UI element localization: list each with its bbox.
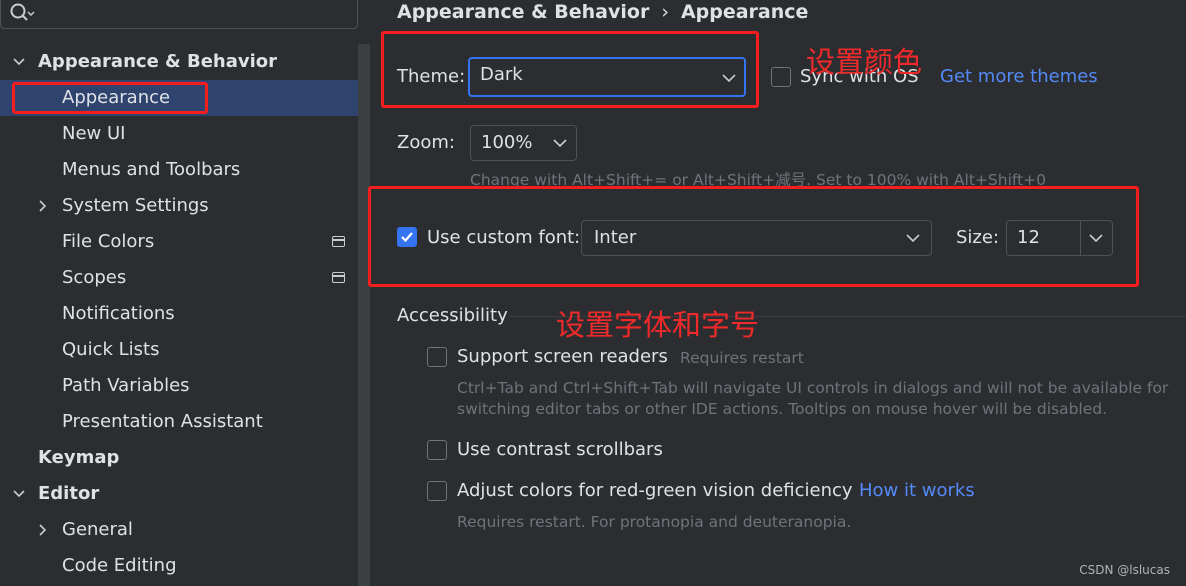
settings-search-input[interactable] [0, 0, 358, 29]
chevron-down-icon[interactable] [12, 487, 26, 501]
color-deficiency-hint: Requires restart. For protanopia and deu… [457, 513, 852, 531]
tree-item-file-colors[interactable]: File Colors [0, 224, 358, 260]
tree-item-quick-lists[interactable]: Quick Lists [0, 332, 358, 368]
settings-tree: Appearance & Behavior Appearance New UI … [0, 44, 358, 584]
contrast-scrollbars-checkbox[interactable] [427, 440, 447, 460]
requires-restart-note: Requires restart [680, 349, 804, 367]
chevron-down-icon[interactable] [12, 55, 26, 69]
tree-item-label: Appearance & Behavior [38, 51, 278, 72]
tree-item-label: Presentation Assistant [62, 411, 263, 432]
tree-item-label: Keymap [38, 447, 120, 468]
tree-item-code-editing[interactable]: Code Editing [0, 548, 358, 584]
support-screen-readers-checkbox[interactable] [427, 347, 447, 367]
tree-item-label: Quick Lists [62, 339, 160, 360]
support-screen-readers-label: Support screen readers [457, 346, 668, 367]
tree-item-path-variables[interactable]: Path Variables [0, 368, 358, 404]
get-more-themes-link[interactable]: Get more themes [940, 65, 1098, 89]
chevron-down-icon [553, 139, 567, 148]
tree-item-label: Notifications [62, 303, 175, 324]
zoom-label: Zoom: [397, 132, 455, 153]
breadcrumb: Appearance & Behavior › Appearance [397, 0, 808, 24]
zoom-dropdown[interactable]: 100% [470, 125, 577, 161]
tree-item-keymap[interactable]: Keymap [0, 440, 358, 476]
color-deficiency-label: Adjust colors for red-green vision defic… [457, 480, 853, 501]
tree-item-appearance-behavior[interactable]: Appearance & Behavior [0, 44, 358, 80]
watermark: CSDN @lslucas [1079, 563, 1170, 577]
accessibility-section-title: Accessibility [397, 305, 508, 326]
breadcrumb-current: Appearance [680, 1, 809, 23]
tree-item-scopes[interactable]: Scopes [0, 260, 358, 296]
tree-item-notifications[interactable]: Notifications [0, 296, 358, 332]
tree-item-presentation-assistant[interactable]: Presentation Assistant [0, 404, 358, 440]
sync-with-os-checkbox[interactable] [771, 67, 791, 87]
how-it-works-link[interactable]: How it works [859, 479, 975, 503]
tree-item-general[interactable]: General [0, 512, 358, 548]
search-icon [10, 3, 35, 21]
breadcrumb-parent[interactable]: Appearance & Behavior [397, 1, 649, 23]
annotation-box-theme [381, 31, 759, 108]
project-settings-icon [332, 272, 345, 283]
tree-item-editor[interactable]: Editor [0, 476, 358, 512]
tree-item-label: Code Editing [62, 555, 177, 576]
tree-item-label: Scopes [62, 267, 127, 288]
color-deficiency-checkbox[interactable] [427, 481, 447, 501]
contrast-scrollbars-label: Use contrast scrollbars [457, 439, 663, 460]
annotation-font-note: 设置字体和字号 [556, 308, 760, 342]
tree-item-label: System Settings [62, 195, 209, 216]
tree-item-label: File Colors [62, 231, 155, 252]
tree-item-label: Path Variables [62, 375, 190, 396]
tree-item-label: Menus and Toolbars [62, 159, 241, 180]
annotation-box-font [368, 186, 1139, 287]
zoom-value: 100% [481, 132, 533, 153]
tree-item-new-ui[interactable]: New UI [0, 116, 358, 152]
screen-readers-hint: Ctrl+Tab and Ctrl+Shift+Tab will navigat… [457, 379, 1169, 397]
tree-item-label: General [62, 519, 133, 540]
chevron-right-icon[interactable] [36, 523, 50, 537]
screen-readers-hint: switching editor tabs or other IDE actio… [457, 400, 1108, 418]
annotation-box-appearance [12, 82, 208, 114]
tree-item-label: New UI [62, 123, 126, 144]
chevron-right-icon[interactable] [36, 199, 50, 213]
sidebar-scrollbar[interactable] [358, 44, 370, 586]
tree-item-menus-toolbars[interactable]: Menus and Toolbars [0, 152, 358, 188]
project-settings-icon [332, 236, 345, 247]
annotation-color-note: 设置颜色 [806, 45, 923, 79]
tree-item-label: Editor [38, 483, 100, 504]
chevron-right-icon: › [661, 1, 669, 23]
tree-item-system-settings[interactable]: System Settings [0, 188, 358, 224]
